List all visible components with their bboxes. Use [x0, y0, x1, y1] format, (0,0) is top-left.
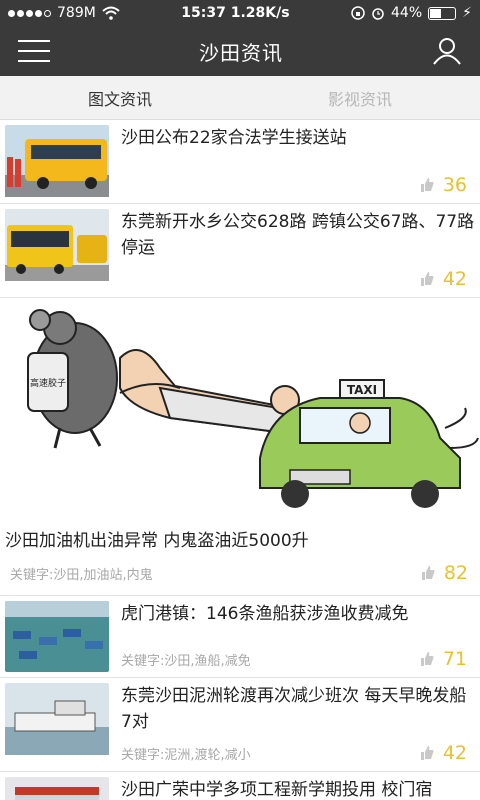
cartoon-illustration: 高速胶子 TAXI [0, 298, 480, 522]
article-title: 沙田公布22家合法学生接送站 [121, 128, 347, 148]
alarm-icon [372, 8, 384, 20]
news-list: 沙田公布22家合法学生接送站 36 东莞新开水乡公交628路 跨镇公交67路、7… [0, 120, 480, 800]
carrier: 789M [57, 5, 96, 21]
thumbs-up-icon [420, 746, 434, 760]
charging-icon: ⚡ [462, 5, 472, 21]
list-item[interactable]: 沙田广荣中学多项工程新学期投用 校门宿 [0, 772, 480, 800]
user-icon[interactable] [432, 37, 462, 65]
taxi-sign: TAXI [347, 383, 377, 397]
nav-bar: 沙田资讯 [0, 26, 480, 76]
list-item[interactable]: 沙田公布22家合法学生接送站 36 [0, 120, 480, 204]
thumbs-up-icon [421, 566, 435, 580]
status-bar: 789M 15:37 1.28K/s 44% ⚡ [0, 0, 480, 26]
article-keywords: 关键字:泥洲,渡轮,减小 [121, 747, 251, 763]
list-item[interactable]: 东莞新开水乡公交628路 跨镇公交67路、77路停运 42 [0, 204, 480, 298]
menu-icon[interactable] [18, 40, 50, 62]
article-keywords: 关键字:沙田,加油站,内鬼 [10, 567, 153, 583]
list-item[interactable]: 东莞沙田泥洲轮渡再次减少班次 每天早晚发船7对 关键字:泥洲,渡轮,减小 42 [0, 678, 480, 772]
thumbs-up-icon [420, 272, 434, 286]
school-thumbnail [5, 777, 109, 800]
like-count: 42 [442, 742, 467, 764]
wifi-icon [102, 6, 120, 20]
article-title: 东莞新开水乡公交628路 跨镇公交67路、77路停运 [121, 212, 475, 258]
battery-percent: 44% [391, 5, 423, 21]
network-speed: 1.28K/s [230, 5, 290, 21]
tab-bar: 图文资讯 影视资讯 [0, 76, 480, 120]
battery-icon [428, 6, 457, 20]
like-count: 82 [443, 562, 468, 584]
boats-thumbnail [5, 601, 109, 672]
article-title: 虎门港镇：146条渔船获涉渔收费减免 [121, 604, 409, 624]
ferry-thumbnail [5, 683, 109, 766]
article-title: 东莞沙田泥洲轮渡再次减少班次 每天早晚发船7对 [121, 686, 467, 732]
tab-video-news[interactable]: 影视资讯 [240, 76, 480, 119]
bus-thumbnail [5, 209, 109, 292]
rotation-lock-icon [351, 6, 365, 20]
article-title: 沙田加油机出油异常 内鬼盗油近5000升 [5, 531, 309, 551]
like-count: 42 [442, 268, 467, 290]
clock: 15:37 [181, 5, 226, 21]
thumbs-up-icon [420, 652, 434, 666]
list-item[interactable]: 高速胶子 TAXI 沙田加油机出油异常 内鬼盗油近5000升 关键字:沙田,加油… [0, 298, 480, 596]
article-title: 沙田广荣中学多项工程新学期投用 校门宿 [121, 780, 433, 800]
signal-icon [8, 9, 51, 17]
like-count: 71 [442, 648, 467, 670]
page-title: 沙田资讯 [199, 40, 283, 65]
list-item[interactable]: 虎门港镇：146条渔船获涉渔收费减免 关键字:沙田,渔船,减免 71 [0, 596, 480, 678]
cup-label: 高速胶子 [30, 377, 66, 389]
bus-thumbnail [5, 125, 109, 198]
tab-image-news[interactable]: 图文资讯 [0, 76, 240, 119]
thumbs-up-icon [420, 178, 434, 192]
like-count: 36 [442, 174, 467, 196]
article-keywords: 关键字:沙田,渔船,减免 [121, 653, 251, 669]
